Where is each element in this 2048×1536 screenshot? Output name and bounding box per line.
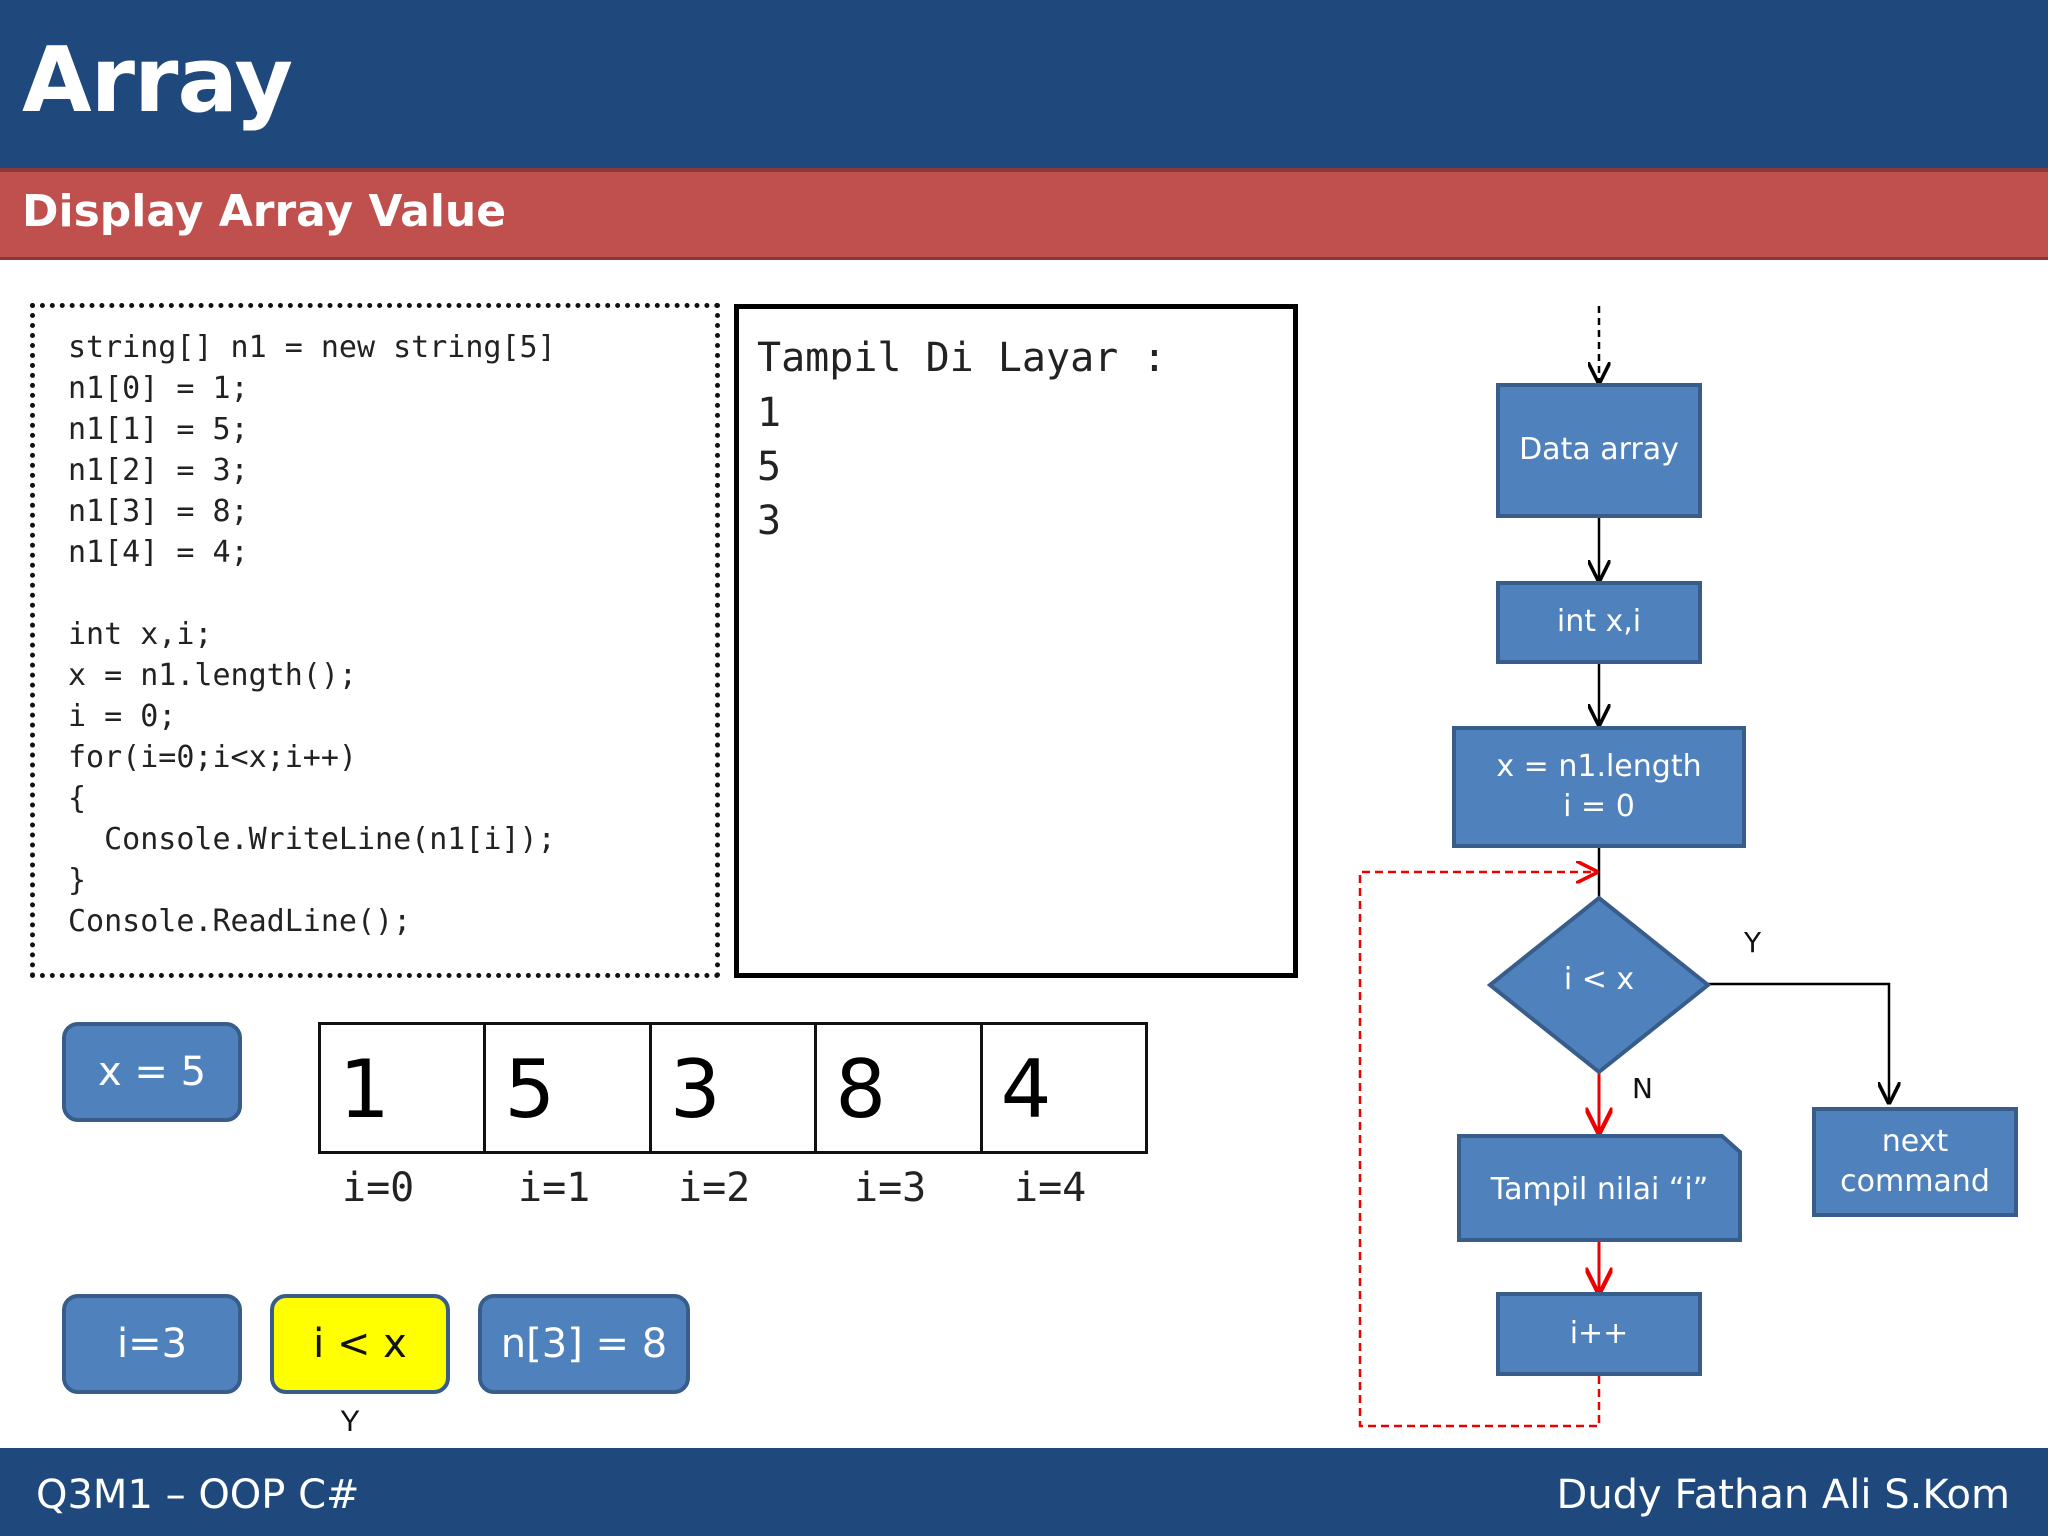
init-box: x = n1.length i = 0 bbox=[1452, 726, 1746, 848]
display-label: Tampil nilai “i” bbox=[1490, 1172, 1709, 1207]
no-label: N bbox=[1632, 1072, 1653, 1105]
declare-box: int x,i bbox=[1496, 581, 1702, 664]
decision-label: i < x bbox=[1563, 962, 1635, 997]
init-line: x = n1.length bbox=[1496, 748, 1702, 784]
footer-author: Dudy Fathan Ali S.Kom bbox=[1556, 1472, 2010, 1518]
increment-box: i++ bbox=[1496, 1292, 1702, 1376]
arrow-yes-branch bbox=[1708, 982, 1889, 1102]
init-line: i = 0 bbox=[1563, 789, 1635, 824]
next-command-box: next command bbox=[1812, 1107, 2018, 1217]
next-command-line: command bbox=[1840, 1164, 1990, 1199]
data-array-box: Data array bbox=[1496, 383, 1702, 518]
yes-label: Y bbox=[1744, 926, 1762, 959]
footer-course: Q3M1 – OOP C# bbox=[36, 1472, 360, 1518]
next-command-line: next bbox=[1881, 1123, 1949, 1159]
